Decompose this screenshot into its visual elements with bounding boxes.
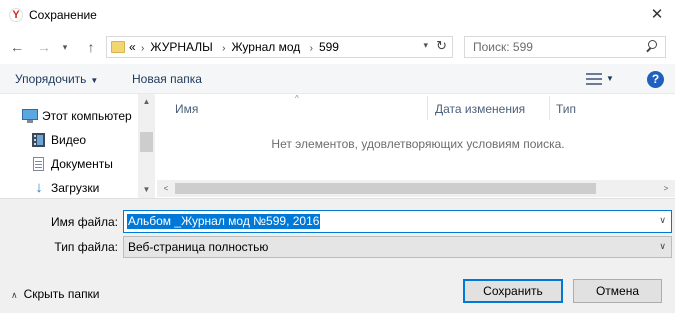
computer-icon: [22, 109, 38, 123]
scrollbar-thumb[interactable]: [175, 183, 596, 194]
column-divider[interactable]: [427, 96, 428, 120]
cancel-button[interactable]: Отмена: [573, 279, 662, 303]
filetype-label: Тип файла:: [54, 240, 118, 254]
save-button[interactable]: Сохранить: [463, 279, 563, 303]
refresh-icon[interactable]: ↻: [436, 38, 447, 54]
view-options-chevron-icon[interactable]: ▼: [606, 74, 614, 83]
breadcrumb-item[interactable]: Журнал мод: [231, 40, 300, 54]
breadcrumb-separator[interactable]: ›: [310, 43, 313, 54]
scroll-right-icon[interactable]: >: [659, 181, 673, 196]
documents-icon: [31, 157, 47, 171]
search-placeholder: Поиск: 599: [473, 40, 533, 54]
back-arrow-icon[interactable]: ←: [8, 38, 26, 56]
sidebar-item-this-pc[interactable]: Этот компьютер: [0, 105, 138, 127]
breadcrumb-separator: ›: [141, 43, 145, 54]
filetype-select[interactable]: Веб-страница полностью ∨: [123, 236, 672, 258]
breadcrumb-separator[interactable]: ›: [222, 43, 225, 54]
hide-folders-button[interactable]: ∧ Скрыть папки: [11, 287, 100, 301]
sidebar-scrollbar[interactable]: ▲ ▼: [138, 94, 155, 198]
chevron-down-icon[interactable]: ∨: [659, 241, 666, 252]
organize-label: Упорядочить: [15, 72, 87, 86]
column-header-type[interactable]: Тип: [556, 102, 576, 120]
organize-button[interactable]: Упорядочить ▼: [15, 72, 98, 86]
up-arrow-icon[interactable]: ↑: [82, 38, 100, 56]
filename-field[interactable]: Альбом _Журнал мод №599, 2016 ∨: [123, 210, 672, 233]
scroll-up-icon[interactable]: ▲: [138, 95, 155, 109]
breadcrumb: « › ЖУРНАЛЫ › Журнал мод › 599: [129, 40, 339, 54]
breadcrumb-item[interactable]: ЖУРНАЛЫ: [150, 40, 212, 54]
sidebar-item-label: Загрузки: [51, 181, 100, 195]
address-dropdown-icon[interactable]: ▾: [423, 40, 428, 51]
filetype-value: Веб-страница полностью: [128, 240, 269, 254]
breadcrumb-item[interactable]: 599: [319, 40, 339, 54]
command-toolbar: Упорядочить ▼ Новая папка ▼ ?: [0, 64, 675, 94]
scroll-down-icon[interactable]: ▼: [138, 183, 155, 197]
column-header-date-modified[interactable]: Дата изменения: [435, 102, 525, 120]
sidebar-item-videos[interactable]: Видео: [0, 129, 138, 151]
search-icon: [645, 39, 659, 53]
close-button[interactable]: ✕: [639, 0, 675, 30]
navigation-bar: ← → ▾ ↑ « › ЖУРНАЛЫ › Журнал мод › 599 ▾ ↻ …: [0, 30, 675, 64]
filename-value[interactable]: Альбом _Журнал мод №599, 2016: [127, 214, 321, 229]
new-folder-button[interactable]: Новая папка: [132, 72, 202, 86]
view-options-icon[interactable]: [586, 73, 602, 85]
navigation-pane: Этот компьютер Видео Документы ↓ Загрузк…: [0, 94, 155, 198]
file-list-horizontal-scrollbar[interactable]: < >: [157, 180, 675, 197]
column-divider[interactable]: [549, 96, 550, 120]
chevron-up-icon: ∧: [11, 290, 18, 300]
forward-arrow-icon[interactable]: →: [35, 38, 53, 56]
downloads-icon: ↓: [35, 179, 43, 196]
sidebar-item-documents[interactable]: Документы: [0, 153, 138, 175]
save-options-panel: Имя файла: Альбом _Журнал мод №599, 2016…: [0, 198, 675, 313]
chevron-down-icon: ▼: [90, 76, 99, 85]
column-header-name[interactable]: Имя: [175, 102, 198, 120]
breadcrumb-overflow[interactable]: «: [129, 40, 136, 54]
sidebar-item-label: Этот компьютер: [42, 109, 132, 123]
scrollbar-thumb[interactable]: [140, 132, 153, 152]
scroll-left-icon[interactable]: <: [159, 181, 173, 196]
sidebar-item-label: Документы: [51, 157, 113, 171]
search-input[interactable]: Поиск: 599: [464, 36, 666, 58]
address-bar[interactable]: « › ЖУРНАЛЫ › Журнал мод › 599 ▾ ↻: [106, 36, 453, 58]
video-icon: [31, 133, 47, 147]
help-icon[interactable]: ?: [647, 71, 664, 88]
folder-icon: [111, 40, 125, 54]
yandex-browser-icon: Y: [9, 8, 23, 22]
window-title: Сохранение: [29, 8, 97, 22]
hide-folders-label: Скрыть папки: [23, 287, 100, 301]
title-bar: Y Сохранение ✕: [0, 0, 675, 30]
recent-locations-chevron-icon[interactable]: ▾: [59, 38, 71, 56]
sort-indicator-icon: ^: [295, 94, 299, 103]
empty-results-message: Нет элементов, удовлетворяющих условиям …: [271, 137, 565, 151]
sidebar-item-downloads[interactable]: ↓ Загрузки: [0, 177, 138, 198]
sidebar-item-label: Видео: [51, 133, 87, 147]
chevron-down-icon[interactable]: ∨: [659, 215, 666, 226]
filename-label: Имя файла:: [51, 215, 118, 229]
